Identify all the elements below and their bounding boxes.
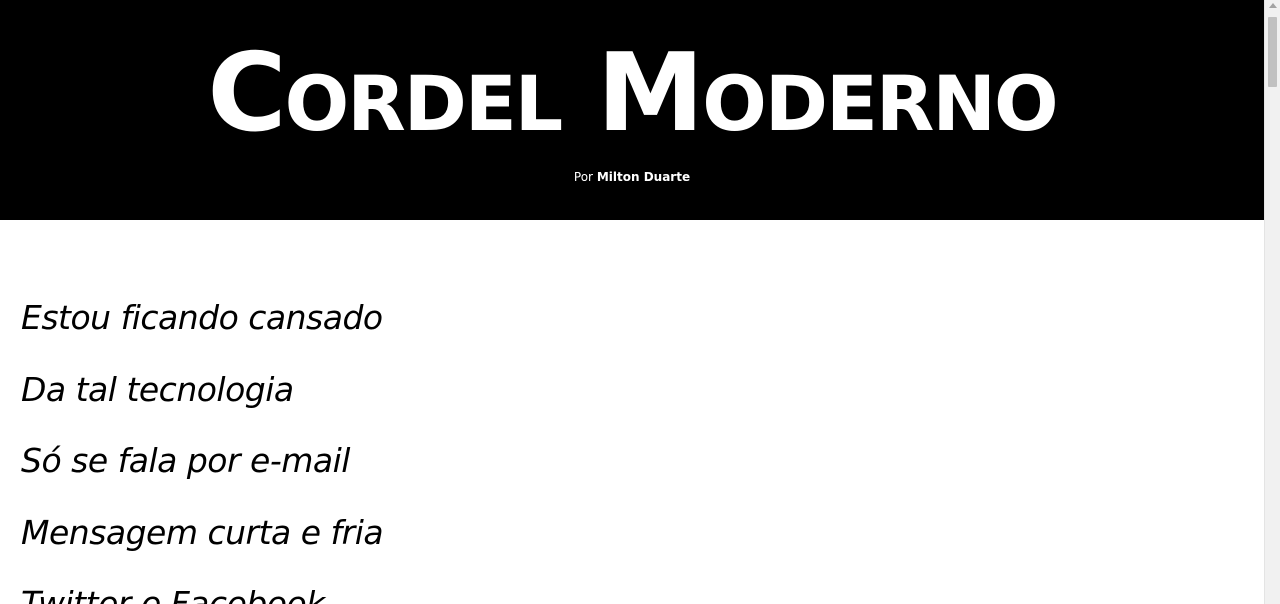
scrollbar-thumb[interactable] — [1268, 17, 1277, 87]
poem-verse: Mensagem curta e fria — [21, 512, 384, 552]
scroll-up-arrow-icon[interactable] — [1269, 3, 1277, 8]
site-header: Cordel Moderno Por Milton Duarte — [0, 0, 1264, 220]
vertical-scrollbar[interactable] — [1264, 0, 1280, 604]
poem-body: Estou ficando cansado Da tal tecnologia … — [0, 220, 1264, 604]
byline-prefix: Por — [573, 170, 593, 184]
byline: Por Milton Duarte — [0, 170, 1264, 184]
site-title: Cordel Moderno — [207, 31, 1058, 156]
byline-author: Milton Duarte — [596, 170, 691, 184]
poem-verse: Da tal tecnologia — [21, 369, 294, 409]
poem-verse: Twitter e Facebook — [21, 584, 325, 604]
poem-verse: Só se fala por e-mail — [21, 441, 350, 480]
poem-verse: Estou ficando cansado — [21, 298, 383, 337]
page: Cordel Moderno Por Milton Duarte Estou f… — [0, 0, 1264, 604]
